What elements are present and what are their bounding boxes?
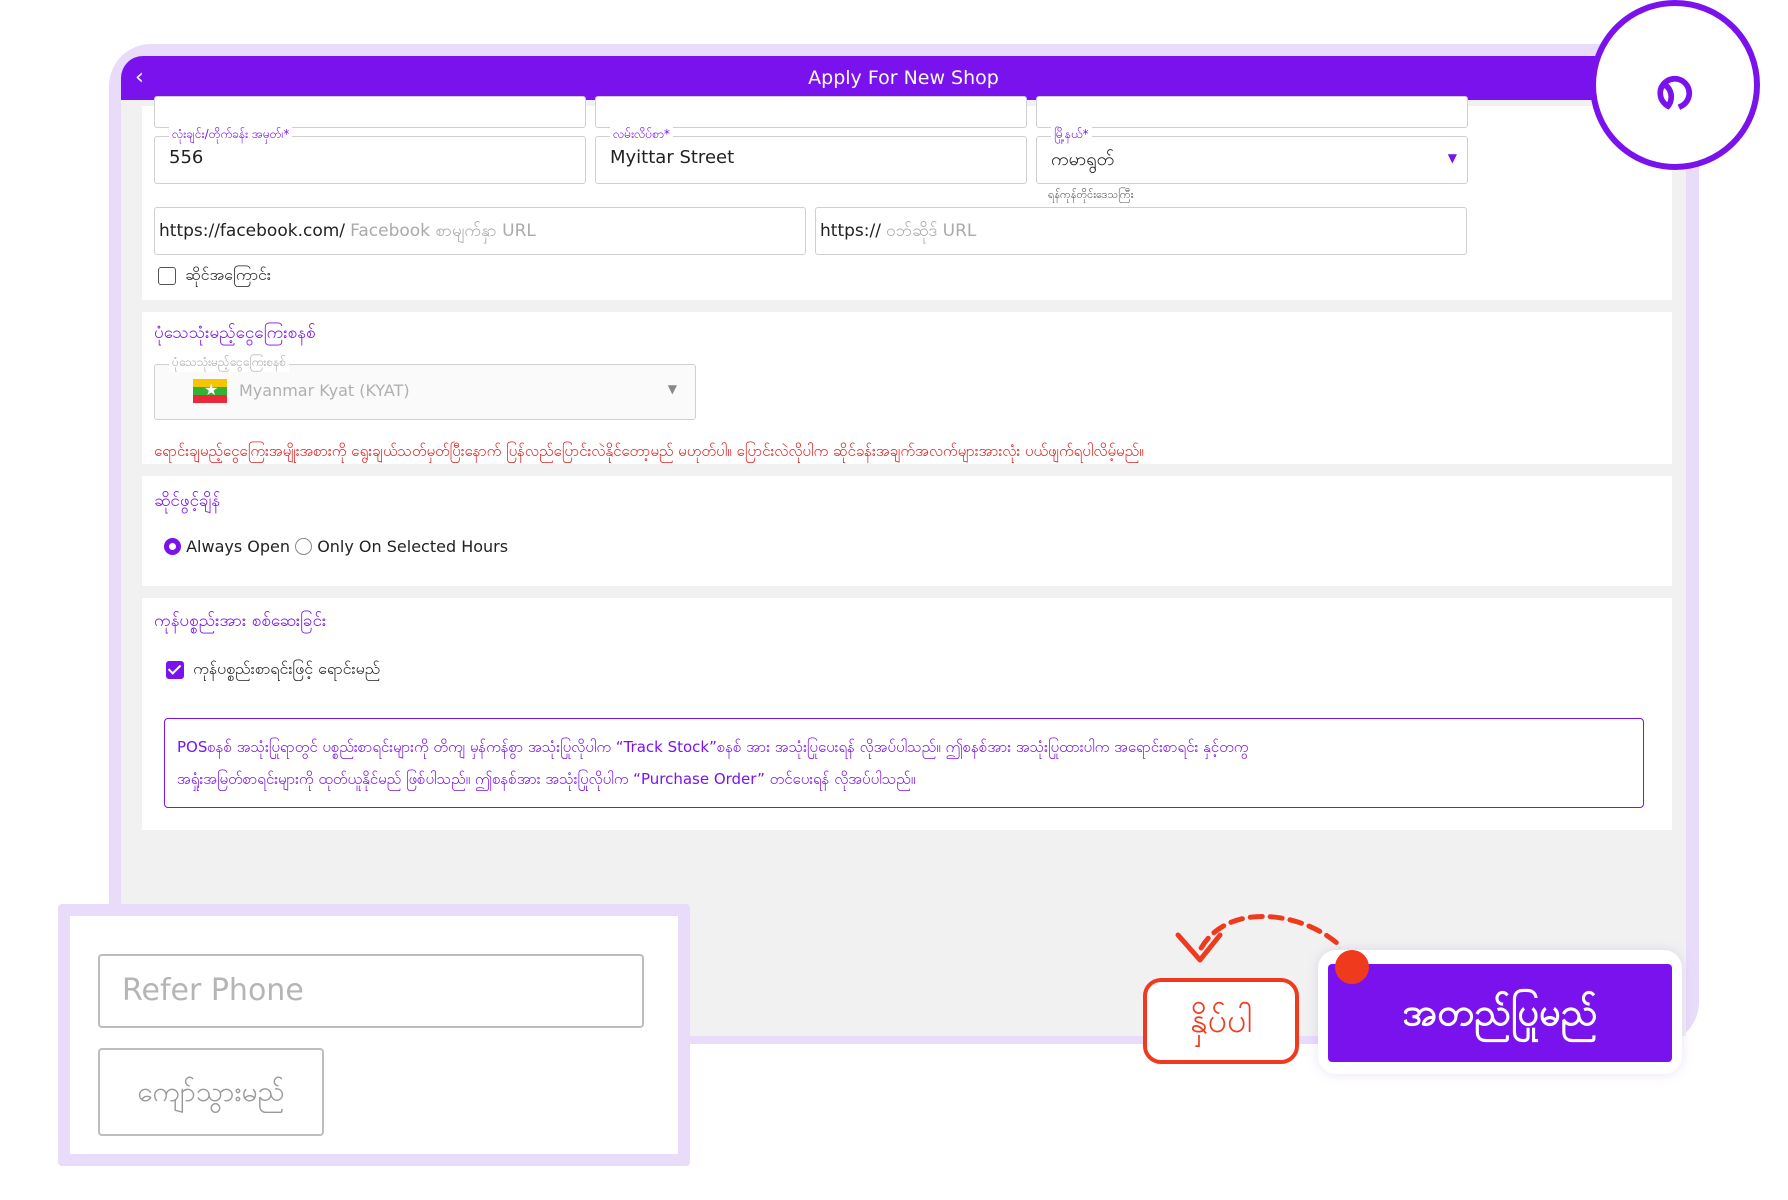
track-stock-note: POSစနစ် အသုံးပြုရာတွင် ပစ္စည်းစာရင်းများ…: [164, 718, 1644, 808]
radio-selected-hours[interactable]: Only On Selected Hours: [295, 536, 509, 556]
track-stock-note-line2: အရှုံးအမြတ်စာရင်းများကို ထုတ်ယူနိုင်မည် …: [177, 770, 916, 788]
chevron-down-icon: ▼: [1447, 151, 1457, 165]
township-select[interactable]: မြို့နယ်* ကမာရွတ် ▼: [1036, 126, 1468, 184]
street-field[interactable]: လမ်းလိပ်စာ* Myittar Street: [595, 126, 1027, 184]
website-url-field[interactable]: https:// ဝဘ်ဆိုဒ် URL: [815, 207, 1467, 255]
building-number-value: 556: [169, 147, 204, 168]
refer-panel: Refer Phone ကျော်သွားမည်: [58, 904, 690, 1166]
stock-card: ကုန်ပစ္စည်းအား စစ်ဆေးခြင်း ကုန်ပစ္စည်းစာ…: [142, 598, 1672, 830]
township-label: မြို့နယ်*: [1051, 126, 1092, 144]
press-hint-tag: နှိပ်ပါ: [1143, 978, 1299, 1064]
township-value: ကမာရွတ်: [1051, 149, 1115, 170]
currency-select[interactable]: ပုံသေသုံးမည့်ငွေကြေးစနစ် ★ Myanmar Kyat …: [154, 354, 696, 420]
hours-card: ဆိုင်ဖွင့်ချိန် Always Open Only On Sele…: [142, 476, 1672, 586]
hours-options: Always Open Only On Selected Hours: [164, 536, 508, 556]
address-card: လုံးချင်း/တိုက်ခန်း အမှတ်၊* 556 လမ်းလိပ်…: [142, 96, 1672, 300]
track-stock-note-line1: POSစနစ် အသုံးပြုရာတွင် ပစ္စည်းစာရင်းများ…: [177, 738, 1249, 756]
stock-section-title: ကုန်ပစ္စည်းအား စစ်ဆေးခြင်း: [154, 611, 327, 631]
website-url-prefix: https://: [820, 221, 881, 241]
myanmar-flag-icon: ★: [193, 379, 227, 403]
curved-arrow-icon: [1175, 914, 1340, 963]
currency-card: ပုံသေသုံးမည့်ငွေကြေးစနစ် ပုံသေသုံးမည့်ငွ…: [142, 312, 1672, 464]
radio-always-open-dot[interactable]: [164, 538, 181, 555]
refer-panel-inner: Refer Phone ကျော်သွားမည်: [70, 916, 678, 1154]
facebook-url-prefix: https://facebook.com/: [159, 221, 346, 241]
confirm-button-wrap: အတည်ပြုမည်: [1318, 950, 1682, 1074]
street-value: Myittar Street: [610, 147, 735, 168]
track-stock-checkbox[interactable]: [166, 661, 184, 679]
partial-field-2: [595, 96, 1027, 128]
refer-phone-input[interactable]: Refer Phone: [98, 954, 644, 1028]
track-stock-label: ကုန်ပစ္စည်းစာရင်းဖြင့် ရောင်းမည်: [193, 659, 381, 678]
step-badge: ၈: [1590, 0, 1760, 170]
currency-warning: ရောင်းချမည့်ငွေကြေးအမျိုးအစားကို ရွေးချယ…: [154, 442, 1144, 460]
hours-section-title: ဆိုင်ဖွင့်ချိန်: [154, 491, 221, 511]
currency-chevron-icon: ▼: [667, 382, 677, 396]
skip-button[interactable]: ကျော်သွားမည်: [98, 1048, 324, 1136]
street-label: လမ်းလိပ်စာ*: [610, 126, 673, 144]
website-url-placeholder: ဝဘ်ဆိုဒ် URL: [886, 221, 977, 241]
top-bar: ‹ Apply For New Shop: [121, 56, 1686, 100]
currency-section-title: ပုံသေသုံးမည့်ငွေကြေးစနစ်: [154, 323, 316, 343]
back-icon[interactable]: ‹: [135, 56, 144, 100]
partial-field-3: [1036, 96, 1468, 128]
radio-selected-hours-label: Only On Selected Hours: [317, 537, 509, 556]
confirm-button[interactable]: အတည်ပြုမည်: [1328, 964, 1672, 1062]
building-number-field[interactable]: လုံးချင်း/တိုက်ခန်း အမှတ်၊* 556: [154, 126, 586, 184]
track-stock-checkbox-row[interactable]: ကုန်ပစ္စည်းစာရင်းဖြင့် ရောင်းမည်: [166, 658, 380, 682]
shop-about-label: ဆိုင်အကြောင်း: [185, 265, 271, 284]
shop-about-checkbox-row[interactable]: ဆိုင်အကြောင်း: [158, 264, 271, 288]
radio-always-open-label: Always Open: [186, 537, 290, 556]
app-window: ‹ Apply For New Shop လုံးချင်း/တိုက်ခန်း…: [121, 56, 1686, 1036]
facebook-url-placeholder: Facebook စာမျက်နှာ URL: [350, 221, 536, 241]
shop-about-checkbox[interactable]: [158, 267, 176, 285]
building-number-label: လုံးချင်း/တိုက်ခန်း အမှတ်၊*: [169, 126, 293, 144]
partial-field-1: [154, 96, 586, 128]
region-hint: ရန်ကုန်တိုင်းဒေသကြီး: [1048, 188, 1134, 201]
radio-always-open[interactable]: Always Open: [164, 536, 295, 556]
facebook-url-field[interactable]: https://facebook.com/ Facebook စာမျက်နှာ…: [154, 207, 806, 255]
currency-field-label: ပုံသေသုံးမည့်ငွေကြေးစနစ်: [169, 354, 290, 372]
currency-selected-value: Myanmar Kyat (KYAT): [239, 381, 410, 400]
radio-selected-hours-dot[interactable]: [295, 538, 313, 555]
tap-indicator-dot: [1335, 950, 1369, 984]
page-title: Apply For New Shop: [808, 67, 999, 89]
